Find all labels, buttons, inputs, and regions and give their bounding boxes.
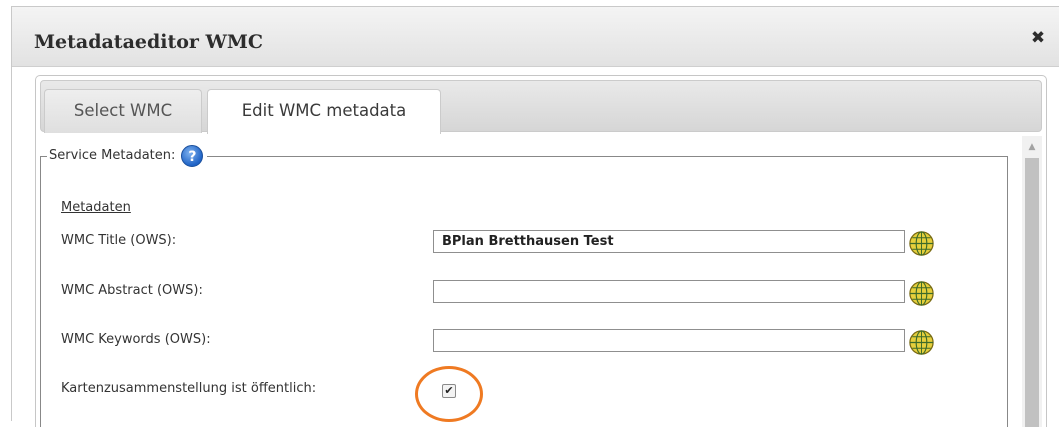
globe-icon[interactable] — [908, 329, 935, 356]
scroll-up-arrow-icon[interactable]: ▲ — [1022, 140, 1042, 154]
tab-strip: Select WMC Edit WMC metadata — [40, 80, 1042, 134]
wmc-keywords-label: WMC Keywords (OWS): — [61, 332, 211, 347]
wmc-abstract-input[interactable] — [433, 280, 905, 303]
tab-edit-wmc-metadata[interactable]: Edit WMC metadata — [207, 89, 441, 134]
legend-label: Service Metadaten: — [49, 148, 176, 163]
help-icon[interactable]: ? — [181, 145, 204, 167]
section-heading-metadaten: Metadaten — [61, 200, 131, 215]
wmc-title-label: WMC Title (OWS): — [61, 233, 177, 248]
tab-panel: Select WMC Edit WMC metadata Service Met… — [35, 75, 1047, 427]
vertical-scrollbar[interactable]: ▲ — [1022, 136, 1042, 427]
public-checkbox[interactable]: ✔ — [442, 384, 456, 398]
public-label: Kartenzusammenstellung ist öffentlich: — [61, 381, 317, 396]
tab-select-wmc[interactable]: Select WMC — [44, 89, 202, 133]
globe-icon[interactable] — [908, 230, 935, 257]
scroll-thumb[interactable] — [1025, 158, 1039, 427]
wmc-keywords-input[interactable] — [433, 329, 905, 352]
wmc-title-input[interactable] — [433, 230, 905, 253]
tab-content: Service Metadaten:? Metadaten WMC Title … — [40, 136, 1042, 427]
globe-icon[interactable] — [908, 280, 935, 307]
wmc-abstract-label: WMC Abstract (OWS): — [61, 283, 203, 298]
dialog-titlebar[interactable]: Metadataeditor WMC ✖ — [12, 7, 1059, 67]
dialog-title: Metadataeditor WMC — [34, 31, 264, 53]
fieldset-legend: Service Metadaten:? — [47, 144, 207, 168]
close-icon[interactable]: ✖ — [1029, 29, 1047, 47]
